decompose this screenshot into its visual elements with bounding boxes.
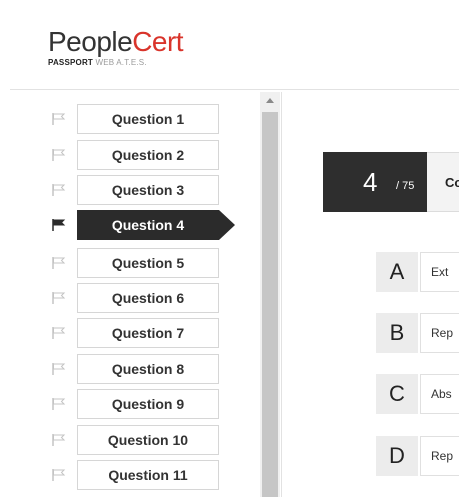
flag-icon[interactable] [52,149,66,161]
question-counter: 4 / 75 [323,152,427,212]
question-navigator: Question 1 Question 2 Question 3 Question 4… [10,92,282,497]
flag-icon[interactable] [52,434,66,446]
question-row: Question 6 [10,283,260,313]
question-7-button[interactable]: Question 7 [77,318,219,348]
question-row: Question 7 [10,318,260,348]
flag-icon[interactable] [52,219,66,231]
peoplecert-logo: PeopleCert PASSPORT WEB A.T.E.S. [48,26,184,68]
option-text[interactable]: Rep [420,436,459,476]
question-row: Question 8 [10,354,260,384]
logo-cert-text: Cert [132,26,184,57]
answer-option-b[interactable]: B Rep [376,313,459,353]
question-row: Question 4 [10,210,260,240]
flag-icon[interactable] [52,398,66,410]
question-8-button[interactable]: Question 8 [77,354,219,384]
logo-subtitle: PASSPORT WEB A.T.E.S. [48,58,183,68]
question-row: Question 1 [10,104,260,134]
logo-people-text: People [48,26,133,57]
question-row: Question 11 [10,460,260,490]
option-text[interactable]: Ext [420,252,459,292]
flag-icon[interactable] [52,292,66,304]
flag-icon[interactable] [52,113,66,125]
option-text[interactable]: Abs [420,374,459,414]
flag-icon[interactable] [52,257,66,269]
option-text[interactable]: Rep [420,313,459,353]
scrollbar-thumb[interactable] [262,112,278,497]
question-title: Co [445,175,459,190]
question-panel: 4 / 75 Co A Ext B Rep C Abs D Rep [283,92,459,497]
chevron-up-icon[interactable] [260,92,280,110]
question-list: Question 1 Question 2 Question 3 Question 4… [10,92,260,497]
question-5-button[interactable]: Question 5 [77,248,219,278]
current-question-number: 4 [363,167,378,197]
option-letter[interactable]: C [376,374,418,414]
question-4-button[interactable]: Question 4 [77,210,219,240]
question-9-button[interactable]: Question 9 [77,389,219,419]
answer-option-a[interactable]: A Ext [376,252,459,292]
total-questions: / 75 [396,180,415,192]
question-row: Question 10 [10,425,260,455]
header: PeopleCert PASSPORT WEB A.T.E.S. [10,8,459,90]
logo-webates-text: WEB A.T.E.S. [93,58,147,67]
question-row: Question 3 [10,175,260,205]
answer-option-d[interactable]: D Rep [376,436,459,476]
question-6-button[interactable]: Question 6 [77,283,219,313]
flag-icon[interactable] [52,363,66,375]
active-question-pointer [219,210,235,240]
question-title-box: Co [427,152,459,212]
option-letter[interactable]: B [376,313,418,353]
question-row: Question 5 [10,248,260,278]
question-list-scrollbar[interactable] [260,92,280,497]
option-letter[interactable]: A [376,252,418,292]
logo-passport-text: PASSPORT [48,58,94,67]
question-row: Question 2 [10,140,260,170]
question-2-button[interactable]: Question 2 [77,140,219,170]
flag-icon[interactable] [52,469,66,481]
question-1-button[interactable]: Question 1 [77,104,219,134]
answer-option-c[interactable]: C Abs [376,374,459,414]
flag-icon[interactable] [52,327,66,339]
flag-icon[interactable] [52,184,66,196]
question-3-button[interactable]: Question 3 [77,175,219,205]
question-row: Question 9 [10,389,260,419]
question-11-button[interactable]: Question 11 [77,460,219,490]
logo-wordmark: PeopleCert [48,26,184,57]
question-10-button[interactable]: Question 10 [77,425,219,455]
option-letter[interactable]: D [376,436,418,476]
exam-window: PeopleCert PASSPORT WEB A.T.E.S. Questio… [0,0,459,497]
